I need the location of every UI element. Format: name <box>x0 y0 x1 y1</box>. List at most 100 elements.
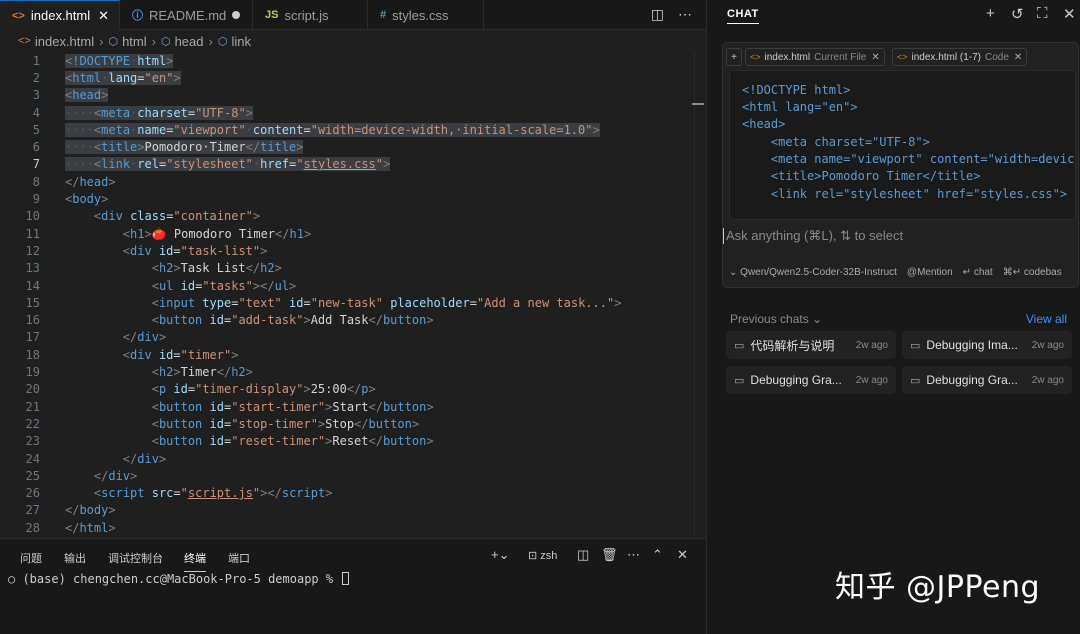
code-line[interactable]: 20 <p id="timer-display">25:00</p> <box>0 381 694 398</box>
context-pill-code[interactable]: <> index.html (1-7) Code ✕ <box>892 48 1028 66</box>
code-line[interactable]: 1 <!DOCTYPE·html> <box>0 52 694 69</box>
code-text: <html·lang="en"> <box>65 70 181 85</box>
close-icon[interactable]: ✕ <box>871 52 879 63</box>
code-line[interactable]: 4 ····<meta·charset="UTF-8"> <box>0 104 694 121</box>
maximize-icon[interactable]: ⛶ <box>1037 5 1048 22</box>
chat-title[interactable]: CHAT <box>727 8 759 24</box>
code-text: ····<link·rel="stylesheet"·href="styles.… <box>65 157 391 172</box>
history-chat-title: Debugging Gra... <box>926 373 1018 387</box>
code-line[interactable]: 12 <div id="task-list"> <box>0 242 694 259</box>
code-line[interactable]: 3 <head> <box>0 87 694 104</box>
codebase-button[interactable]: ⌘↵ codebas <box>1003 267 1062 278</box>
more-actions-icon[interactable]: ⋯ <box>627 547 640 563</box>
model-selector[interactable]: ⌄ Qwen/Qwen2.5-Coder-32B-Instruct <box>729 267 897 278</box>
history-chat-item[interactable]: ▭ Debugging Ima... 2w ago <box>902 331 1072 359</box>
shell-name: zsh <box>540 550 558 562</box>
code-line[interactable]: 6 ····<title>Pomodoro·Timer</title> <box>0 139 694 156</box>
panel-tab-terminal[interactable]: 终端 <box>184 550 206 572</box>
split-editor-icon[interactable]: ◫ <box>651 6 664 23</box>
chevron-down-icon: ⌄ <box>812 312 823 326</box>
snippet-line: <html lang="en"> <box>742 100 858 114</box>
code-line[interactable]: 25 </div> <box>0 467 694 484</box>
code-line[interactable]: 22 <button id="stop-timer">Stop</button> <box>0 415 694 432</box>
close-icon[interactable]: ✕ <box>1063 5 1076 23</box>
code-line[interactable]: 2 <html·lang="en"> <box>0 69 694 86</box>
add-context-button[interactable]: + <box>726 48 742 66</box>
code-line[interactable]: 16 <button id="add-task">Add Task</butto… <box>0 312 694 329</box>
code-line[interactable]: 18 <div id="timer"> <box>0 346 694 363</box>
history-chat-time: 2w ago <box>855 339 888 351</box>
history-chat-item[interactable]: ▭ 代码解析与说明 2w ago <box>726 331 896 359</box>
trash-icon[interactable]: 🗑 <box>601 547 618 563</box>
plus-icon[interactable]: + <box>986 5 995 22</box>
unsaved-dot-icon[interactable] <box>232 11 240 19</box>
close-icon[interactable]: ✕ <box>98 8 109 24</box>
code-line[interactable]: 15 <input type="text" id="new-task" plac… <box>0 294 694 311</box>
history-chat-item[interactable]: ▭ Debugging Gra... 2w ago <box>726 366 896 394</box>
code-text: <div class="container"> <box>93 209 261 224</box>
code-line[interactable]: 23 <button id="reset-timer">Reset</butto… <box>0 433 694 450</box>
terminal-icon: ⊡ <box>528 550 541 562</box>
breadcrumb-item[interactable]: index.html <box>35 34 94 49</box>
maximize-panel-icon[interactable]: ⌃ <box>652 547 663 563</box>
code-line[interactable]: 17 </div> <box>0 329 694 346</box>
code-line[interactable]: 5 ····<meta·name="viewport"·content="widt… <box>0 121 694 138</box>
line-number: 28 <box>25 520 40 535</box>
breadcrumb-item[interactable]: link <box>231 34 251 49</box>
code-line[interactable]: 13 <h2>Task List</h2> <box>0 260 694 277</box>
mention-button[interactable]: @Mention <box>907 267 953 278</box>
bottom-panel: 问题 输出 调试控制台 终端 端口 +⌄ ⊡ zsh ◫ 🗑 ⋯ ⌃ ✕ ○ (… <box>0 538 706 634</box>
view-all-link[interactable]: View all <box>1026 312 1067 326</box>
line-number: 9 <box>32 192 40 207</box>
code-line[interactable]: 9 <body> <box>0 190 694 207</box>
code-text: ····<title>Pomodoro·Timer</title> <box>65 140 304 155</box>
split-terminal-icon[interactable]: ◫ <box>577 547 589 563</box>
mention-label: Mention <box>917 267 953 278</box>
code-snippet-preview[interactable]: <!DOCTYPE html> <html lang="en"> <head> … <box>729 70 1076 220</box>
terminal-output[interactable]: ○ (base) chengchen.cc@MacBook-Pro-5 demo… <box>8 572 350 586</box>
close-panel-icon[interactable]: ✕ <box>677 547 688 563</box>
code-line[interactable]: 11 <h1>🍅 Pomodoro Timer</h1> <box>0 225 694 242</box>
code-line[interactable]: 21 <button id="start-timer">Start</butto… <box>0 398 694 415</box>
close-icon[interactable]: ✕ <box>1014 52 1022 63</box>
scrollbar-track[interactable] <box>694 52 695 538</box>
more-actions-icon[interactable]: ⋯ <box>678 6 692 23</box>
history-chat-item[interactable]: ▭ Debugging Gra... 2w ago <box>902 366 1072 394</box>
code-line[interactable]: 19 <h2>Timer</h2> <box>0 363 694 380</box>
breadcrumb-item[interactable]: html <box>122 34 147 49</box>
previous-chats-label: Previous chats <box>730 312 809 326</box>
tab-styles-css[interactable]: # styles.css <box>368 0 484 30</box>
code-line[interactable]: 10 <div class="container"> <box>0 208 694 225</box>
tab-script-js[interactable]: JS script.js <box>253 0 368 30</box>
code-line[interactable]: 24 </div> <box>0 450 694 467</box>
chat-input[interactable]: Ask anything (⌘L), ⇅ to select <box>723 228 903 244</box>
code-line[interactable]: 28 </html> <box>0 519 694 536</box>
panel-tab-debug-console[interactable]: 调试控制台 <box>108 550 163 566</box>
terminal-shell-selector[interactable]: ⊡ zsh <box>528 549 557 562</box>
panel-tab-output[interactable]: 输出 <box>64 550 86 566</box>
code-line[interactable]: 14 <ul id="tasks"></ul> <box>0 277 694 294</box>
code-line[interactable]: 7 ····<link·rel="stylesheet"·href="styles… <box>0 156 694 173</box>
tab-readme-md[interactable]: ⓘ README.md <box>120 0 253 30</box>
chevron-right-icon: › <box>151 33 156 49</box>
line-number: 27 <box>25 503 40 518</box>
context-pill-current-file[interactable]: <> index.html Current File ✕ <box>745 48 885 66</box>
history-chat-title: 代码解析与说明 <box>750 338 835 353</box>
history-chat-title: Debugging Ima... <box>926 338 1018 352</box>
code-editor[interactable]: 1 <!DOCTYPE·html> 2 <html·lang="en"> 3 <head>… <box>0 52 694 538</box>
panel-tab-problems[interactable]: 问题 <box>20 550 42 566</box>
html-file-icon: <> <box>897 52 908 62</box>
send-chat-button[interactable]: ↵ chat <box>963 267 993 278</box>
snippet-line: <head> <box>742 117 786 131</box>
panel-tab-ports[interactable]: 端口 <box>228 550 250 566</box>
breadcrumb-item[interactable]: head <box>175 34 204 49</box>
tab-index-html[interactable]: <> index.html ✕ <box>0 0 120 30</box>
code-line[interactable]: 8 </head> <box>0 173 694 190</box>
code-line[interactable]: 27 </body> <box>0 502 694 519</box>
history-icon[interactable]: ↺ <box>1011 5 1024 23</box>
new-terminal-icon[interactable]: +⌄ <box>491 547 509 563</box>
previous-chats-toggle[interactable]: Previous chats ⌄ <box>730 312 822 326</box>
line-number: 12 <box>25 243 40 258</box>
code-text: ····<meta·name="viewport"·content="width… <box>65 122 600 137</box>
code-line[interactable]: 26 <script src="script.js"></script> <box>0 485 694 502</box>
